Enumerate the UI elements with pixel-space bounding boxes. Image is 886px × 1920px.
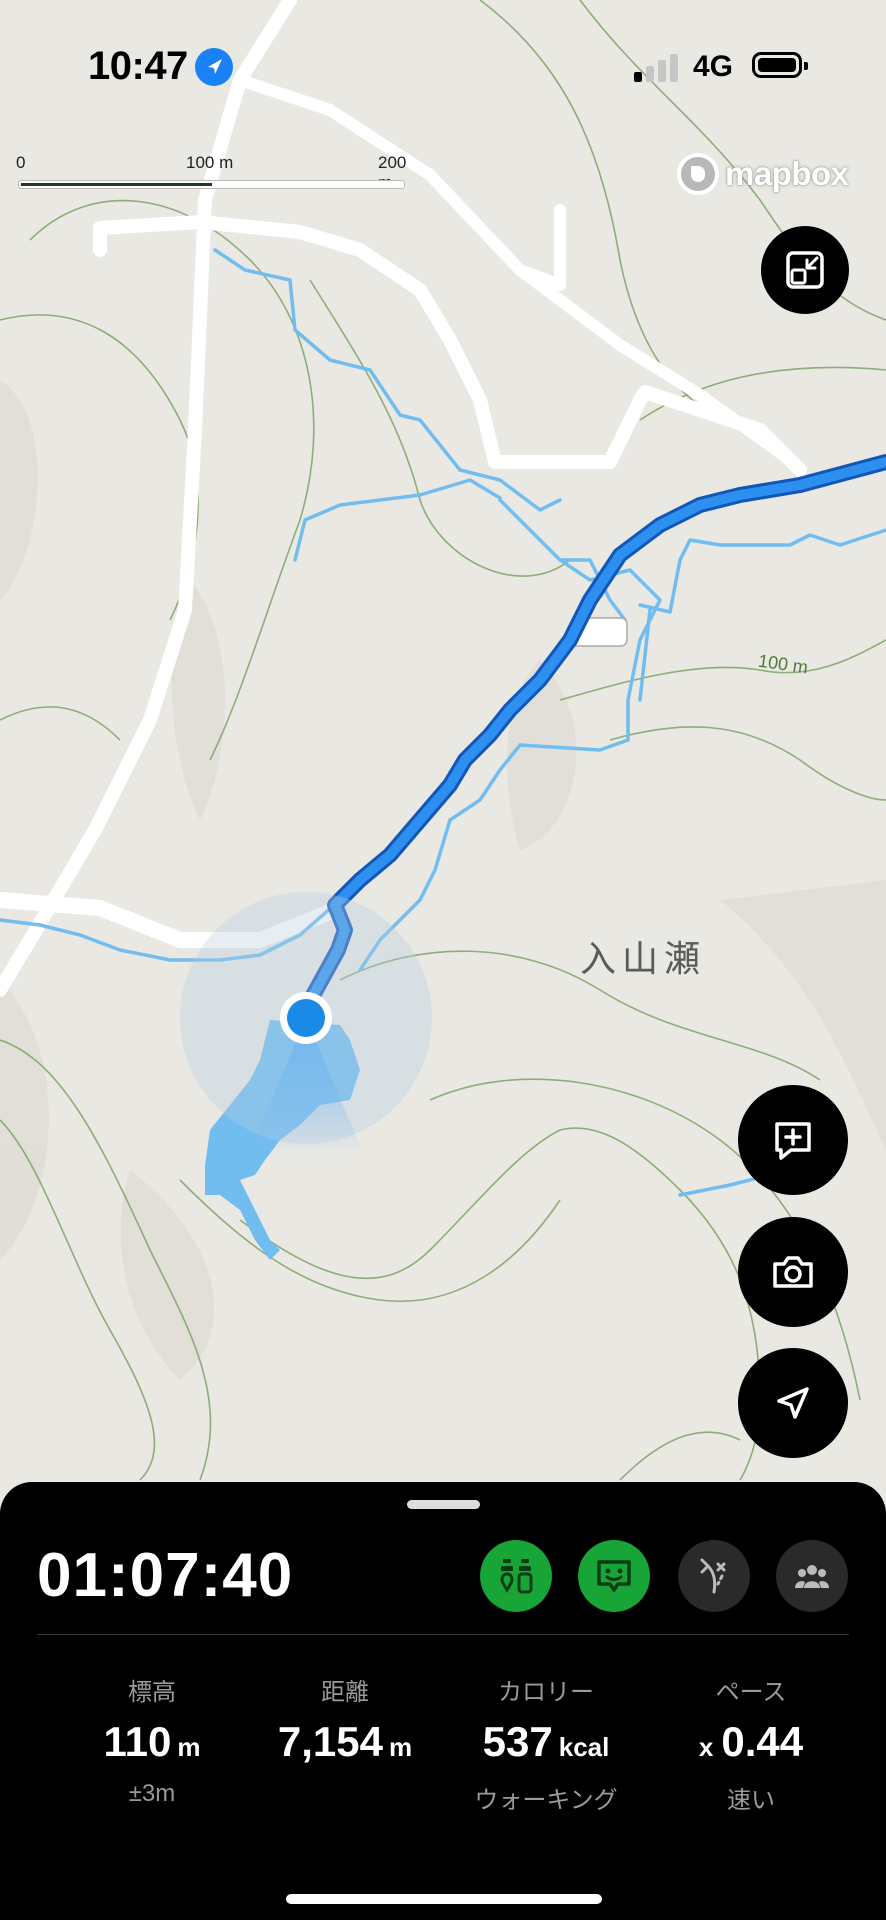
scale-line — [19, 181, 404, 188]
mapbox-wordmark: mapbox — [725, 155, 849, 192]
navigation-arrow-icon — [777, 1387, 809, 1419]
stat-elevation-accuracy: ±3m — [128, 1780, 176, 1807]
panel-divider — [37, 1634, 849, 1635]
stat-pace-value: x 0.44 — [698, 1718, 804, 1765]
route-split-icon — [700, 1558, 726, 1594]
collapse-icon — [786, 251, 824, 289]
stat-pace-label: ペース — [715, 1679, 787, 1706]
stat-calories-value: 537 kcal — [482, 1718, 610, 1765]
scale-label-0: 0 — [16, 153, 26, 172]
cellular-signal-icon — [634, 52, 684, 82]
camera-icon — [773, 1256, 813, 1288]
location-services-icon — [195, 48, 233, 86]
map-scale-bar: 0 100 m 200 m — [16, 153, 406, 193]
stat-distance-label: 距離 — [321, 1679, 369, 1706]
stat-calories-label: カロリー — [498, 1679, 594, 1706]
stat-elevation-value: 110 m — [103, 1718, 201, 1765]
status-time: 10:47 — [88, 44, 188, 88]
route-split-button[interactable] — [678, 1540, 750, 1612]
chat-button[interactable] — [578, 1540, 650, 1612]
stat-elevation: 標高 110 m ±3m — [52, 1672, 252, 1812]
add-memo-button[interactable] — [738, 1085, 848, 1195]
collapse-map-button[interactable] — [761, 226, 849, 314]
stat-distance: 距離 7,154 m — [245, 1672, 445, 1812]
mapbox-logo-icon — [677, 153, 719, 195]
current-location-button[interactable] — [738, 1348, 848, 1458]
stat-distance-value: 7,154 m — [277, 1718, 413, 1765]
stat-elevation-label: 標高 — [128, 1679, 176, 1706]
stat-pace-rating: 速い — [727, 1787, 775, 1814]
stat-calories: カロリー 537 kcal ウォーキング — [446, 1672, 646, 1814]
panel-drag-handle[interactable] — [407, 1500, 480, 1509]
network-type: 4G — [693, 50, 734, 83]
status-bar: 10:47 4G — [0, 0, 886, 120]
stat-distance-sub — [245, 1780, 445, 1812]
checkpoint-button[interactable] — [480, 1540, 552, 1612]
home-indicator[interactable] — [286, 1894, 602, 1904]
add-memo-icon — [775, 1122, 811, 1160]
checkpoint-icon — [500, 1559, 533, 1594]
mapbox-attribution[interactable]: mapbox — [677, 150, 849, 198]
camera-button[interactable] — [738, 1217, 848, 1327]
scale-label-100: 100 m — [186, 153, 234, 172]
battery-icon — [752, 52, 808, 78]
group-button[interactable] — [776, 1540, 848, 1612]
group-icon — [795, 1565, 829, 1588]
chat-face-icon — [597, 1560, 631, 1592]
place-label: 入山瀬 — [580, 939, 707, 980]
stat-calories-activity: ウォーキング — [474, 1787, 618, 1814]
stat-pace: ペース x 0.44 速い — [651, 1672, 851, 1814]
elapsed-time: 01:07:40 — [37, 1541, 294, 1610]
